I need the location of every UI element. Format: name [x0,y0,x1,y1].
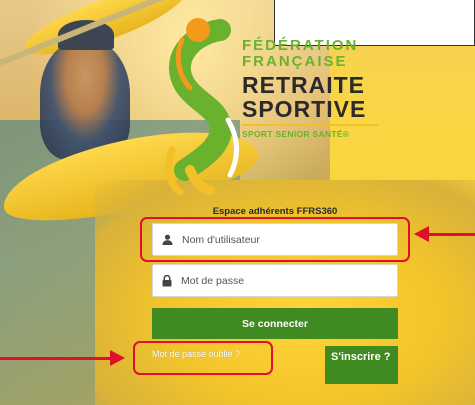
annotation-arrow-forgot-line [0,357,112,360]
forgot-password-highlight [133,341,273,375]
logo-separator [242,124,378,126]
logo-text: FÉDÉRATION FRANÇAISE RETRAITE SPORTIVE S… [242,38,382,139]
lock-icon [162,274,172,286]
logo-figure-icon [165,18,239,195]
login-title: Espace adhérents FFRS360 [212,206,338,217]
logo-line-federation: FÉDÉRATION [242,37,359,54]
login-button[interactable]: Se connecter [152,308,398,339]
logo-line-retraite: RETRAITE [242,72,365,98]
annotation-arrow-username-head [414,226,429,242]
annotation-arrow-username-line [428,233,475,236]
username-highlight [140,217,410,262]
password-field[interactable]: Mot de passe [152,264,398,297]
register-button[interactable]: S'inscrire ? [325,346,398,384]
annotation-arrow-forgot-head [110,350,125,366]
password-placeholder: Mot de passe [181,274,245,287]
ffrs-logo: FÉDÉRATION FRANÇAISE RETRAITE SPORTIVE S… [150,0,385,195]
logo-line-francaise: FRANÇAISE [242,53,348,70]
logo-line-sportive: SPORTIVE [242,96,367,122]
logo-tagline: SPORT SENIOR SANTÉ® [242,129,350,139]
